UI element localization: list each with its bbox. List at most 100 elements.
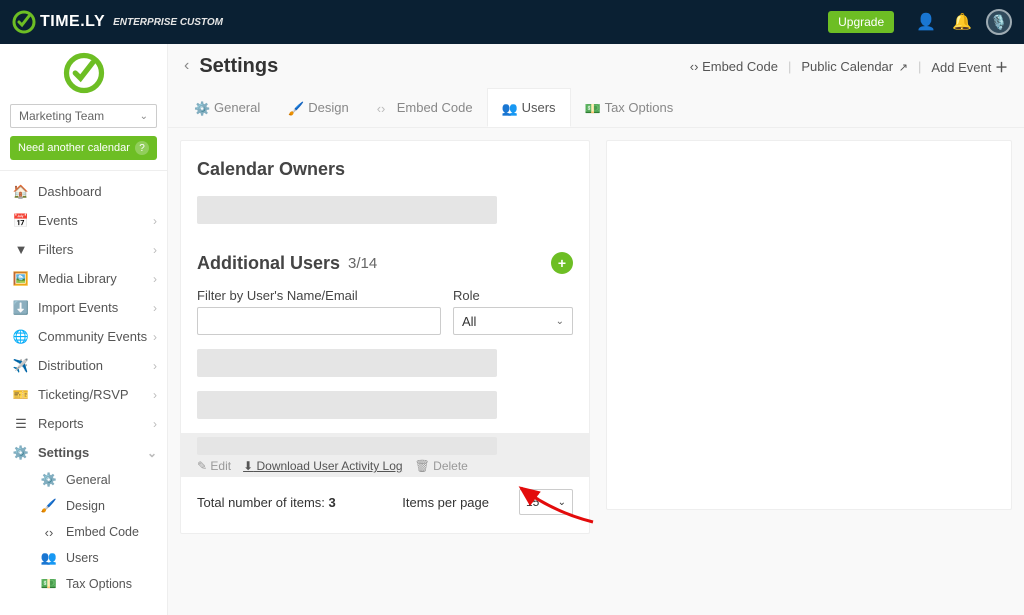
back-button[interactable]: ‹ (184, 57, 189, 75)
tab-tax[interactable]: 💵Tax Options (571, 88, 688, 127)
sidebar-item-label: Distribution (38, 358, 103, 373)
sidebar-item-distribution[interactable]: ✈️ Distribution › (0, 351, 167, 380)
code-icon: ‹› (42, 525, 56, 539)
help-icon: ? (135, 141, 149, 155)
items-per-page-value: 15 (526, 495, 539, 509)
users-icon: 👥 (42, 551, 56, 565)
delete-user-button[interactable]: 🗑 Delete (415, 459, 468, 473)
role-select[interactable]: All ⌄ (453, 307, 573, 335)
public-calendar-link[interactable]: Public Calendar ↗ (801, 59, 908, 74)
sidebar-item-media[interactable]: 🖼️Media Library› (0, 264, 167, 293)
filter-input[interactable] (197, 307, 441, 335)
user-icon[interactable]: 👤 (916, 12, 936, 32)
code-icon: ‹› (690, 59, 702, 74)
brand-name: TIME.LY (40, 13, 105, 31)
chevron-down-icon: ⌄ (556, 316, 564, 327)
globe-icon: 🌐 (14, 330, 28, 344)
cogs-icon: ⚙️ (14, 446, 28, 460)
add-event-button[interactable]: Add Event ＋ (931, 57, 1008, 76)
sidebar-item-import[interactable]: ⬇️ Import Events › (0, 293, 167, 322)
calendar-owners-heading: Calendar Owners (197, 159, 573, 180)
sidebar-item-label: Design (66, 499, 105, 513)
sidebar-sub-tax[interactable]: 💵 Tax Options (28, 571, 167, 597)
brand-logo[interactable]: TIME.LY ENTERPRISE CUSTOM (12, 10, 223, 34)
brand-subtitle: ENTERPRISE CUSTOM (113, 17, 223, 28)
sidebar-item-settings[interactable]: ⚙️Settings⌄ (0, 438, 167, 467)
sidebar-item-label: Tax Options (66, 577, 132, 591)
sidebar-sub-general[interactable]: ⚙️ General (28, 467, 167, 493)
sidebar-item-filters[interactable]: ▼ Filters › (0, 235, 167, 264)
sidebar-item-label: Import Events (38, 300, 118, 315)
sidebar-logo (0, 44, 167, 98)
embed-code-link[interactable]: ‹› Embed Code (690, 59, 778, 74)
calendar-selector[interactable]: Marketing Team ⌄ (10, 104, 157, 128)
sidebar-item-community[interactable]: 🌐Community Events› (0, 322, 167, 351)
pencil-icon: ✎ (197, 459, 207, 473)
filter-label: Filter by User's Name/Email (197, 288, 441, 303)
detail-panel (606, 140, 1012, 510)
sidebar-sub-users[interactable]: 👥Users (28, 545, 167, 571)
sidebar-item-dashboard[interactable]: 🏠Dashboard (0, 177, 167, 206)
sidebar-item-events[interactable]: 📅Events› (0, 206, 167, 235)
main-header: ‹ Settings ‹› Embed Code | Public Calend… (168, 44, 1024, 88)
sidebar-item-label: Ticketing/RSVP (38, 387, 129, 402)
tab-general[interactable]: ⚙️ General (180, 88, 274, 127)
avatar[interactable]: 🎙️ (986, 9, 1012, 35)
role-label: Role (453, 288, 573, 303)
tab-label: Embed Code (397, 100, 473, 115)
home-icon: 🏠 (14, 185, 28, 199)
need-calendar-label: Need another calendar (18, 142, 130, 154)
user-row-placeholder (197, 391, 497, 419)
need-calendar-button[interactable]: Need another calendar ? (10, 136, 157, 160)
total-items-value: 3 (329, 495, 336, 510)
tabs: ⚙️ General 🖌️ Design ‹› Embed Code 👥Users 💵… (168, 88, 1024, 128)
sidebar-item-label: Community Events (38, 329, 147, 344)
tab-label: Tax Options (605, 100, 674, 115)
brush-icon: 🖌️ (42, 499, 56, 513)
edit-user-button[interactable]: ✎ Edit (197, 459, 231, 473)
sidebar-sub-design[interactable]: 🖌️ Design (28, 493, 167, 519)
sidebar-item-label: Events (38, 213, 78, 228)
download-activity-log-button[interactable]: ⬇ Download User Activity Log (243, 459, 402, 473)
brush-icon: 🖌️ (288, 101, 302, 115)
sidebar-submenu: ⚙️ General 🖌️ Design ‹›Embed Code 👥Users 💵… (0, 467, 167, 597)
chevron-right-icon: › (153, 272, 157, 286)
tab-label: Design (308, 100, 348, 115)
user-count: 3/14 (348, 255, 377, 272)
upgrade-button[interactable]: Upgrade (828, 11, 894, 33)
chevron-right-icon: › (153, 243, 157, 257)
chevron-right-icon: › (153, 301, 157, 315)
sidebar-item-label: Media Library (38, 271, 117, 286)
sidebar-sub-embed[interactable]: ‹›Embed Code (28, 519, 167, 545)
total-items: Total number of items: 3 (197, 495, 336, 510)
tab-label: Users (522, 100, 556, 115)
sidebar-item-label: General (66, 473, 110, 487)
tab-users[interactable]: 👥Users (487, 88, 571, 127)
tab-design[interactable]: 🖌️ Design (274, 88, 362, 127)
send-icon: ✈️ (14, 359, 28, 373)
chevron-right-icon: › (153, 359, 157, 373)
sidebar-item-ticketing[interactable]: 🎫Ticketing/RSVP› (0, 380, 167, 409)
sidebar-item-reports[interactable]: ☰Reports› (0, 409, 167, 438)
items-per-page-label: Items per page (402, 495, 489, 510)
tab-label: General (214, 100, 260, 115)
page-title: Settings (199, 55, 689, 78)
sidebar-item-label: Filters (38, 242, 73, 257)
code-icon: ‹› (377, 101, 391, 115)
chevron-right-icon: › (153, 417, 157, 431)
header-actions: ‹› Embed Code | Public Calendar ↗ | Add … (690, 57, 1008, 76)
money-icon: 💵 (42, 577, 56, 591)
sidebar-item-label: Reports (38, 416, 84, 431)
items-per-page-select[interactable]: 15 ⌄ (519, 489, 573, 515)
trash-icon: 🗑 (415, 459, 430, 473)
add-user-button[interactable]: + (551, 252, 573, 274)
bell-icon[interactable]: 🔔 (952, 12, 972, 32)
cogs-icon: ⚙️ (42, 473, 56, 487)
filter-icon: ▼ (14, 243, 28, 257)
download-icon: ⬇️ (14, 301, 28, 315)
user-row-placeholder (197, 349, 497, 377)
user-row-hover[interactable]: ✎ Edit ⬇ Download User Activity Log 🗑 De… (181, 433, 589, 477)
tab-embed[interactable]: ‹› Embed Code (363, 88, 487, 127)
cogs-icon: ⚙️ (194, 101, 208, 115)
top-bar: TIME.LY ENTERPRISE CUSTOM Upgrade 👤 🔔 🎙️ (0, 0, 1024, 44)
